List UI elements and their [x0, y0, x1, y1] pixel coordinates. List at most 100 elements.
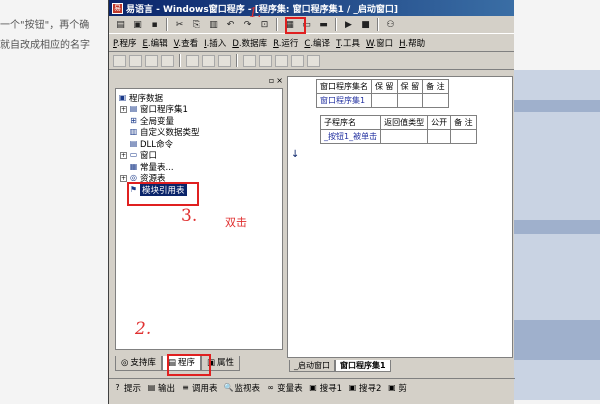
window-title: 易语言 - Windows窗口程序 - [程序集: 窗口程序集1 / _启动窗口… [126, 4, 398, 15]
annotation-step1: 1. [249, 6, 262, 21]
menu-window[interactable]: W.窗口 [366, 37, 393, 49]
same-height-icon[interactable] [202, 54, 215, 67]
table-cell[interactable] [380, 129, 429, 144]
binoculars-icon[interactable]: ⚇ [383, 18, 398, 32]
library-icon: ◎ [121, 358, 129, 368]
secondary-toolbar [109, 52, 514, 70]
grid-icon[interactable] [307, 54, 320, 67]
table-header: 保 留 [396, 79, 424, 94]
tab-window-assembly[interactable]: 窗口程序集1 [335, 360, 391, 372]
copy-icon[interactable]: ⎘ [189, 18, 204, 32]
table-header: 保 留 [371, 79, 398, 94]
tab-hint[interactable]: ? 提示 [113, 382, 141, 394]
tree-item-custom-types[interactable]: ▥ 自定义数据类型 [118, 127, 280, 139]
space-horizontal-icon[interactable] [243, 54, 256, 67]
same-size-icon[interactable] [218, 54, 231, 67]
tab-call-stack[interactable]: ≡ 调用表 [181, 382, 217, 394]
space-vertical-icon[interactable] [259, 54, 272, 67]
table-cell[interactable] [396, 93, 424, 108]
tree-item-global-vars[interactable]: ⊞ 全局变量 [118, 115, 280, 127]
program-tree: ▣ 程序数据 + ▤ 窗口程序集1 ⊞ 全局变量 ▥ 自定义数据类型 ▤ DLL… [115, 88, 283, 350]
align-left-icon[interactable] [113, 54, 126, 67]
table-cell[interactable] [427, 129, 452, 144]
align-top-icon[interactable] [161, 54, 174, 67]
menu-bar: P.程序 E.编辑 V.查看 I.插入 D.数据库 R.运行 C.编译 T.工具… [109, 34, 514, 52]
tab-search1[interactable]: ▣ 搜寻1 [309, 382, 342, 394]
tree-item-label: 程序数据 [129, 93, 164, 104]
expand-icon[interactable]: + [120, 105, 127, 113]
tab-watch[interactable]: 🔍 监视表 [224, 382, 261, 394]
tree-item-windows[interactable]: + ▭ 窗口 [118, 150, 280, 161]
tree-item-label: 全局变量 [140, 116, 175, 127]
menu-tools[interactable]: T.工具 [336, 37, 360, 49]
undo-icon[interactable]: ↶ [223, 18, 238, 32]
toolbar-separator [276, 18, 278, 31]
stop-icon[interactable]: ■ [358, 18, 373, 32]
menu-run[interactable]: R.运行 [273, 37, 298, 49]
table-cell[interactable]: _按钮1_被单击 [319, 129, 382, 144]
table-header: 返回值类型 [380, 115, 429, 130]
table-row[interactable]: 窗口程序集1 [316, 93, 449, 108]
annotation-step3: 3. [181, 206, 198, 226]
bottom-panel-tabs: ? 提示 ▤ 输出 ≡ 调用表 🔍 监视表 ∞ 变量表 ▣ 搜寻1 ▣ 搜寻2 ▣ 剪 [109, 378, 515, 396]
center-vertical-icon[interactable] [291, 54, 304, 67]
assembly-table: 窗口程序集名 保 留 保 留 备 注 窗口程序集1 [316, 79, 449, 108]
menu-compile[interactable]: C.编译 [304, 37, 330, 49]
same-width-icon[interactable] [186, 54, 199, 67]
current-line-arrow-icon: ↓ [291, 149, 300, 160]
tab-variables[interactable]: ∞ 变量表 [266, 382, 302, 394]
tree-item-window-assembly[interactable]: + ▤ 窗口程序集1 [118, 104, 280, 115]
expand-icon[interactable]: + [120, 174, 127, 182]
editor-tabs: _启动窗口 窗口程序集1 [289, 360, 391, 372]
center-horizontal-icon[interactable] [275, 54, 288, 67]
new-file-icon[interactable]: ▤ [113, 18, 128, 32]
tab-clip[interactable]: ▣ 剪 [387, 382, 407, 394]
call-stack-icon: ≡ [182, 383, 189, 392]
panel-close-icon[interactable]: × [276, 76, 283, 86]
tree-item-program-data[interactable]: ▣ 程序数据 [118, 92, 280, 104]
menu-edit[interactable]: E.编辑 [143, 37, 168, 49]
table-cell[interactable]: 窗口程序集1 [316, 93, 372, 108]
tree-item-constants[interactable]: ▦ 常量表... [118, 161, 280, 173]
table-cell[interactable] [422, 93, 449, 108]
code-editor[interactable]: ↓ 窗口程序集名 保 留 保 留 备 注 窗口程序集1 子程序名 返回值类型 公… [287, 76, 513, 358]
tree-item-dll-commands[interactable]: ▤ DLL命令 [118, 138, 280, 150]
tab-startup-window[interactable]: _启动窗口 [289, 360, 335, 372]
panel-header: ▫ × [113, 76, 285, 86]
annotation-step2: 2. [135, 319, 152, 339]
tab-search2[interactable]: ▣ 搜寻2 [348, 382, 382, 394]
menu-program[interactable]: P.程序 [113, 37, 137, 49]
paste-icon[interactable]: ▥ [206, 18, 221, 32]
highlight-box-module-refs [127, 182, 199, 206]
panel-pin-icon[interactable]: ▫ [269, 76, 274, 86]
background-block [514, 220, 600, 234]
constants-icon: ▦ [129, 161, 138, 171]
save-icon[interactable]: ▪ [147, 18, 162, 32]
highlight-box-program-tab [167, 354, 211, 376]
menu-insert[interactable]: I.插入 [204, 37, 226, 49]
tab-support-library[interactable]: ◎ 支持库 [115, 356, 162, 371]
tree-item-label: 自定义数据类型 [140, 128, 200, 139]
search-icon: ▣ [348, 383, 357, 392]
toolbar-separator [166, 18, 168, 31]
toolbar-separator [179, 54, 181, 67]
open-file-icon[interactable]: ▣ [130, 18, 145, 32]
cut-icon[interactable]: ✂ [172, 18, 187, 32]
run-icon[interactable]: ▶ [341, 18, 356, 32]
table-cell[interactable] [450, 129, 477, 144]
menu-view[interactable]: V.查看 [174, 37, 198, 49]
title-bar: 易 易语言 - Windows窗口程序 - [程序集: 窗口程序集1 / _启动… [109, 0, 514, 16]
table-header: 窗口程序集名 [316, 79, 372, 94]
tab-output[interactable]: ▤ 输出 [147, 382, 175, 394]
menu-database[interactable]: D.数据库 [232, 37, 267, 49]
table-cell[interactable] [371, 93, 398, 108]
table-row[interactable]: _按钮1_被单击 [319, 129, 477, 144]
lock-icon: ⊞ [130, 115, 137, 125]
align-center-icon[interactable] [129, 54, 142, 67]
variables-icon: ∞ [267, 383, 274, 392]
background-right-panel [514, 70, 600, 400]
expand-icon[interactable]: + [120, 151, 127, 159]
menu-help[interactable]: H.帮助 [399, 37, 425, 49]
output-panel-icon[interactable]: ▬ [316, 18, 331, 32]
align-right-icon[interactable] [145, 54, 158, 67]
